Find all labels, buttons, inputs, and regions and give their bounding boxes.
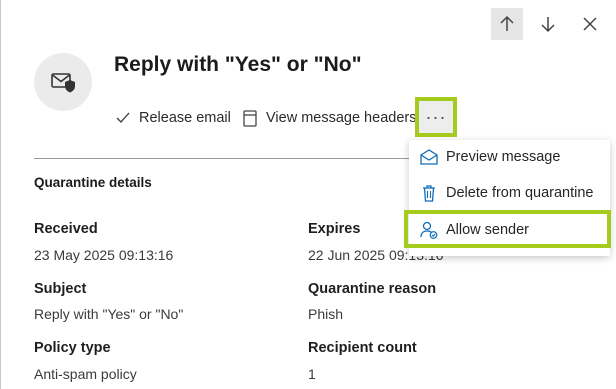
previous-item-button[interactable] [491, 8, 523, 40]
subject-label: Subject [34, 281, 87, 297]
allow-sender-highlight [404, 210, 611, 248]
next-item-button[interactable] [532, 8, 564, 40]
received-label: Received [34, 221, 98, 237]
menu-item-label: Preview message [446, 149, 561, 165]
quarantined-email-icon [51, 73, 75, 93]
recipient-count-label: Recipient count [308, 340, 417, 356]
page-title: Reply with "Yes" or "No" [114, 53, 362, 76]
expires-label: Expires [308, 221, 361, 237]
release-email-button[interactable]: Release email [114, 107, 231, 129]
view-message-headers-button[interactable]: View message headers [241, 107, 416, 129]
checkmark-icon [114, 109, 132, 127]
view-message-headers-label: View message headers [266, 110, 417, 126]
more-actions-button[interactable]: ··· [415, 97, 457, 137]
avatar [34, 53, 92, 111]
release-email-label: Release email [139, 110, 231, 126]
arrow-up-icon [500, 15, 514, 31]
subject-value: Reply with "Yes" or "No" [34, 306, 184, 322]
menu-item-label: Delete from quarantine [446, 185, 594, 201]
envelope-open-icon [420, 148, 438, 166]
menu-item-delete-from-quarantine[interactable]: Delete from quarantine [409, 175, 610, 211]
quarantine-reason-label: Quarantine reason [308, 281, 437, 297]
menu-item-preview-message[interactable]: Preview message [409, 139, 610, 175]
section-title: Quarantine details [34, 175, 152, 190]
trash-icon [420, 184, 438, 202]
received-value: 23 May 2025 09:13:16 [34, 247, 174, 263]
arrow-down-icon [541, 17, 555, 33]
recipient-count-value: 1 [308, 366, 316, 382]
close-icon [583, 17, 597, 31]
policy-type-label: Policy type [34, 340, 111, 356]
more-icon: ··· [425, 106, 447, 127]
panel-left-border [0, 0, 1, 389]
quarantine-reason-value: Phish [308, 306, 344, 322]
document-icon [241, 109, 259, 127]
close-panel-button[interactable] [574, 8, 606, 40]
divider [34, 158, 466, 159]
policy-type-value: Anti-spam policy [34, 366, 137, 382]
